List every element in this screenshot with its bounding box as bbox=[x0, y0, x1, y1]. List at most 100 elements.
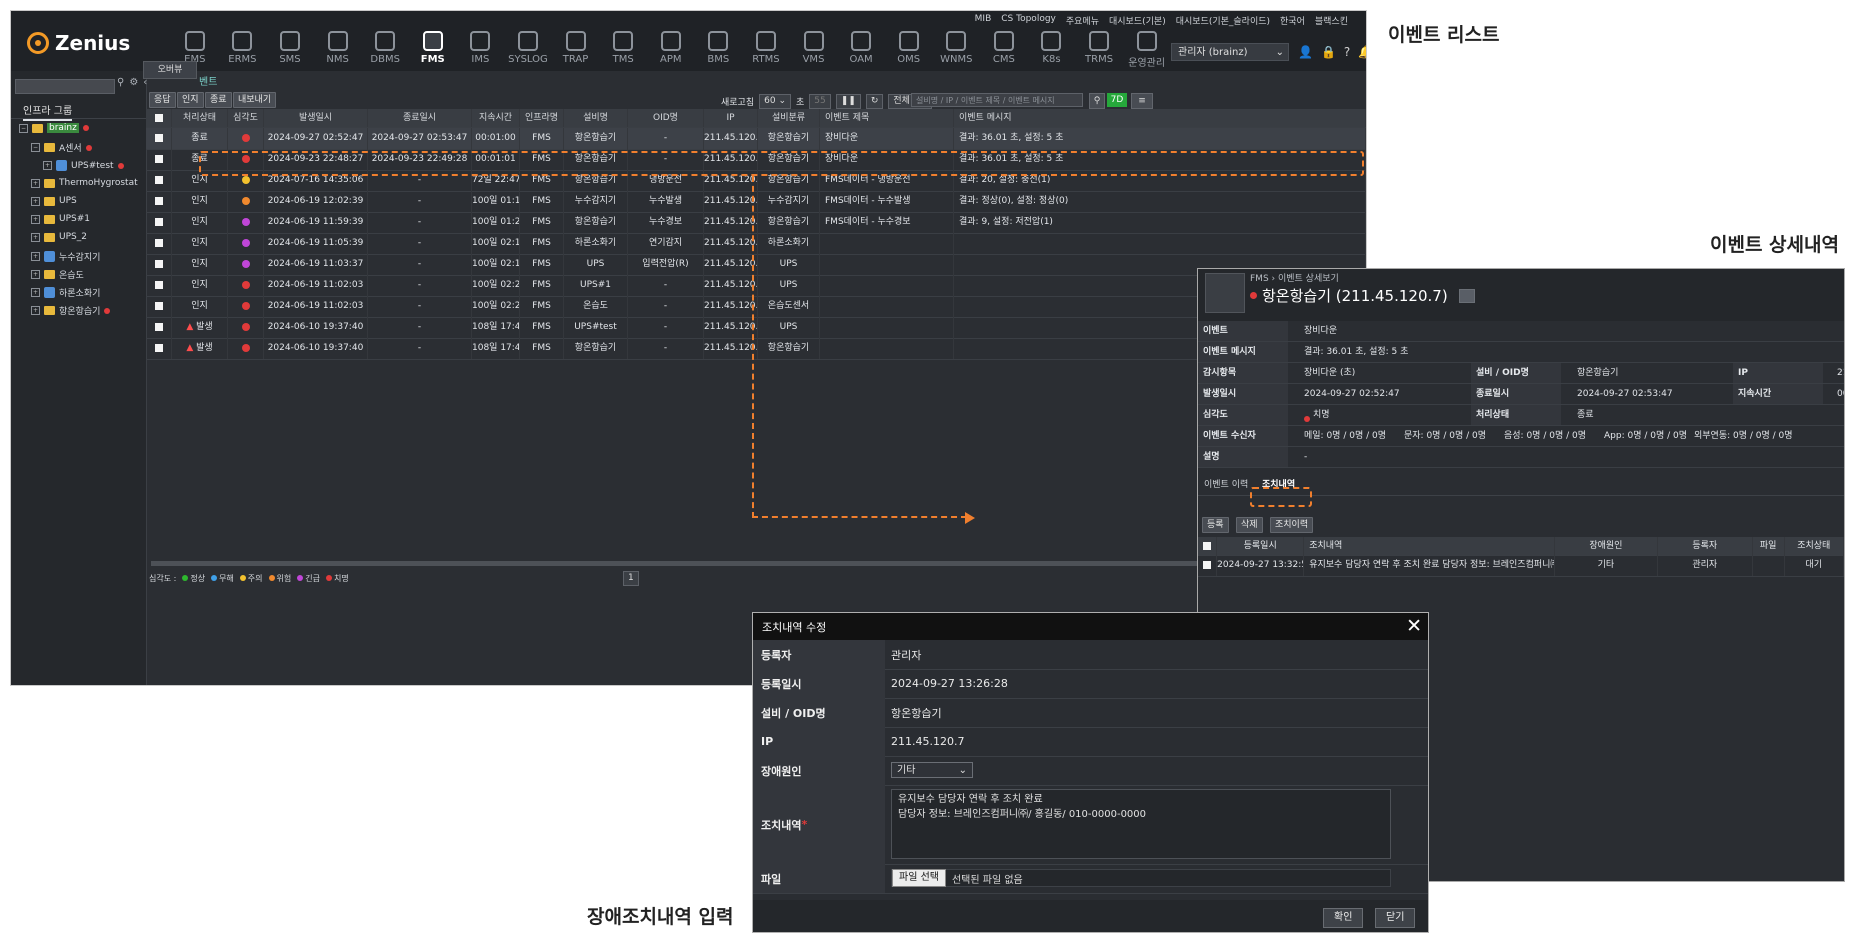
tree-item-5[interactable]: + UPS#1 bbox=[31, 214, 90, 224]
refresh-interval-select[interactable]: 60 ⌄ bbox=[759, 94, 791, 109]
confirm-button[interactable]: 확인 bbox=[1323, 908, 1364, 928]
expand-icon[interactable]: + bbox=[31, 232, 40, 242]
tree-item-3[interactable]: + ThermoHygrostat bbox=[31, 178, 138, 188]
menu-trms[interactable]: TRMS bbox=[1075, 31, 1123, 69]
menu-sms[interactable]: SMS bbox=[266, 31, 314, 69]
menu-ims[interactable]: IMS bbox=[457, 31, 505, 69]
lock-icon[interactable]: 🔒 bbox=[1321, 45, 1336, 59]
tree-item-8[interactable]: + 온습도 bbox=[31, 268, 84, 281]
menu-trap[interactable]: TRAP bbox=[552, 31, 600, 69]
menu-cms[interactable]: CMS bbox=[980, 31, 1028, 69]
register-button[interactable]: 등록 bbox=[1202, 517, 1229, 533]
camera-icon[interactable] bbox=[1458, 288, 1475, 303]
tree-item-6[interactable]: + UPS_2 bbox=[31, 232, 87, 242]
menu-wnms[interactable]: WNMS bbox=[933, 31, 981, 69]
logo[interactable]: Zenius bbox=[27, 31, 130, 55]
expand-icon[interactable]: + bbox=[31, 214, 40, 224]
row-checkbox[interactable] bbox=[154, 280, 163, 289]
expand-icon[interactable]: − bbox=[19, 123, 28, 133]
expand-icon[interactable]: + bbox=[43, 161, 52, 170]
expand-icon[interactable]: + bbox=[31, 306, 40, 315]
tree-item-7[interactable]: + 누수감지기 bbox=[31, 250, 100, 263]
row-checkbox[interactable] bbox=[154, 238, 163, 247]
close-event-button[interactable]: 종료 bbox=[205, 92, 232, 108]
row-checkbox[interactable] bbox=[1203, 560, 1212, 569]
row-checkbox[interactable] bbox=[1203, 541, 1212, 550]
row-checkbox[interactable] bbox=[154, 175, 163, 184]
search-button[interactable]: ⚲ bbox=[1089, 93, 1105, 109]
export-button[interactable]: 내보내기 bbox=[233, 92, 277, 108]
row-checkbox[interactable] bbox=[154, 301, 163, 310]
menu-oam[interactable]: OAM bbox=[837, 31, 885, 69]
toplink-0[interactable]: MIB bbox=[975, 14, 992, 27]
menu-tms[interactable]: TMS bbox=[599, 31, 647, 69]
toplink-4[interactable]: 대시보드(기본_슬라이드) bbox=[1176, 14, 1270, 27]
toplink-6[interactable]: 블랙스킨 bbox=[1315, 14, 1348, 27]
row-checkbox[interactable] bbox=[154, 259, 163, 268]
menu-nms[interactable]: NMS bbox=[314, 31, 362, 69]
table-row[interactable]: 인지2024-06-19 11:05:39-100일 02:16:5FMS하론소… bbox=[146, 233, 1366, 255]
acknowledge-button[interactable]: 인지 bbox=[177, 92, 204, 108]
menu-fms[interactable]: FMS bbox=[409, 31, 457, 69]
bell-icon[interactable]: 🔔 bbox=[1358, 45, 1366, 59]
help-icon[interactable]: ? bbox=[1344, 45, 1350, 59]
expand-icon[interactable]: + bbox=[31, 288, 40, 297]
gear-icon[interactable]: ⚙ bbox=[129, 77, 138, 88]
search-icon[interactable]: ⚲ bbox=[117, 77, 124, 88]
expand-icon[interactable]: − bbox=[31, 143, 40, 152]
close-button[interactable]: 닫기 bbox=[1375, 908, 1416, 928]
advanced-search-icon[interactable]: ≡ bbox=[1131, 93, 1153, 109]
expand-icon[interactable]: + bbox=[31, 178, 40, 188]
close-icon[interactable]: ✕ bbox=[1406, 615, 1422, 637]
table-row[interactable]: 인지2024-06-19 12:02:39-100일 01:19:5FMS누수감… bbox=[146, 191, 1366, 213]
file-select-button[interactable]: 파일 선택 bbox=[892, 869, 946, 887]
expand-icon[interactable]: + bbox=[31, 252, 40, 261]
table-row[interactable]: ▲ 발생2024-06-10 19:37:40-108일 17:44:5FMS항… bbox=[146, 338, 1366, 360]
menu-vms[interactable]: VMS bbox=[790, 31, 838, 69]
menu-dbms[interactable]: DBMS bbox=[361, 31, 409, 69]
table-row[interactable]: 종료 2024-09-27 02:52:47 2024-09-27 02:53:47… bbox=[146, 128, 1366, 150]
action-history-button[interactable]: 조치이력 bbox=[1270, 517, 1314, 533]
menu-운영관리[interactable]: 운영관리 bbox=[1123, 31, 1171, 69]
table-row[interactable]: 인지2024-06-19 11:59:39-100일 01:22:5FMS항온항… bbox=[146, 212, 1366, 234]
period-7d-button[interactable]: 7D bbox=[1107, 93, 1127, 107]
row-checkbox[interactable] bbox=[154, 196, 163, 205]
expand-icon[interactable]: + bbox=[31, 196, 40, 206]
reload-icon[interactable]: ↻ bbox=[865, 94, 884, 109]
menu-k8s[interactable]: K8s bbox=[1028, 31, 1076, 69]
row-checkbox[interactable] bbox=[154, 133, 163, 142]
page-number[interactable]: 1 bbox=[623, 571, 639, 586]
row-checkbox[interactable] bbox=[154, 322, 163, 331]
action-textarea[interactable]: 유지보수 담당자 연락 후 조치 완료 담당자 정보: 브레인즈컴퍼니㈜/ 홍길… bbox=[891, 789, 1391, 859]
event-search-input[interactable]: 설비명 / IP / 이벤트 제목 / 이벤트 메시지 bbox=[911, 93, 1083, 107]
horizontal-scrollbar[interactable] bbox=[151, 561, 1251, 566]
table-row[interactable]: 인지2024-06-19 11:02:03-100일 02:20:3FMS온습도… bbox=[146, 296, 1366, 318]
table-row[interactable]: 인지2024-06-19 11:02:03-100일 02:20:3FMSUPS… bbox=[146, 275, 1366, 297]
user-icon[interactable]: 👤 bbox=[1298, 45, 1313, 59]
tree-item-0[interactable]: − brainz bbox=[19, 123, 89, 133]
menu-erms[interactable]: ERMS bbox=[219, 31, 267, 69]
tree-item-2[interactable]: + UPS#test bbox=[43, 160, 124, 171]
row-checkbox[interactable] bbox=[154, 217, 163, 226]
toplink-2[interactable]: 주요메뉴 bbox=[1066, 14, 1099, 27]
row-checkbox[interactable] bbox=[154, 154, 163, 163]
menu-apm[interactable]: APM bbox=[647, 31, 695, 69]
tab-infra-group[interactable]: 인프라 그룹 bbox=[11, 98, 146, 121]
tree-item-9[interactable]: + 하론소화기 bbox=[31, 286, 100, 299]
tree-item-1[interactable]: − A센서 bbox=[31, 141, 92, 154]
tree-item-10[interactable]: + 항온항습기 bbox=[31, 304, 111, 317]
menu-rtms[interactable]: RTMS bbox=[742, 31, 790, 69]
table-row[interactable]: 인지2024-06-19 11:03:37-100일 02:18:5FMSUPS… bbox=[146, 254, 1366, 276]
cause-select[interactable]: 기타 ⌄ bbox=[891, 762, 973, 778]
sidebar-search-input[interactable] bbox=[15, 79, 115, 94]
tree-item-4[interactable]: + UPS bbox=[31, 196, 77, 206]
menu-syslog[interactable]: SYSLOG bbox=[504, 31, 552, 69]
table-row[interactable]: 2024-09-27 13:32:53 유지보수 담당자 연락 후 조치 완료 담… bbox=[1198, 555, 1844, 577]
delete-button[interactable]: 삭제 bbox=[1236, 517, 1263, 533]
table-row[interactable]: ▲ 발생2024-06-10 19:37:40-108일 17:44:5FMSU… bbox=[146, 317, 1366, 339]
toplink-3[interactable]: 대시보드(기본) bbox=[1109, 14, 1166, 27]
menu-oms[interactable]: OMS bbox=[885, 31, 933, 69]
toplink-5[interactable]: 한국어 bbox=[1280, 14, 1305, 27]
expand-icon[interactable]: + bbox=[31, 270, 40, 279]
respond-button[interactable]: 응답 bbox=[149, 92, 176, 108]
